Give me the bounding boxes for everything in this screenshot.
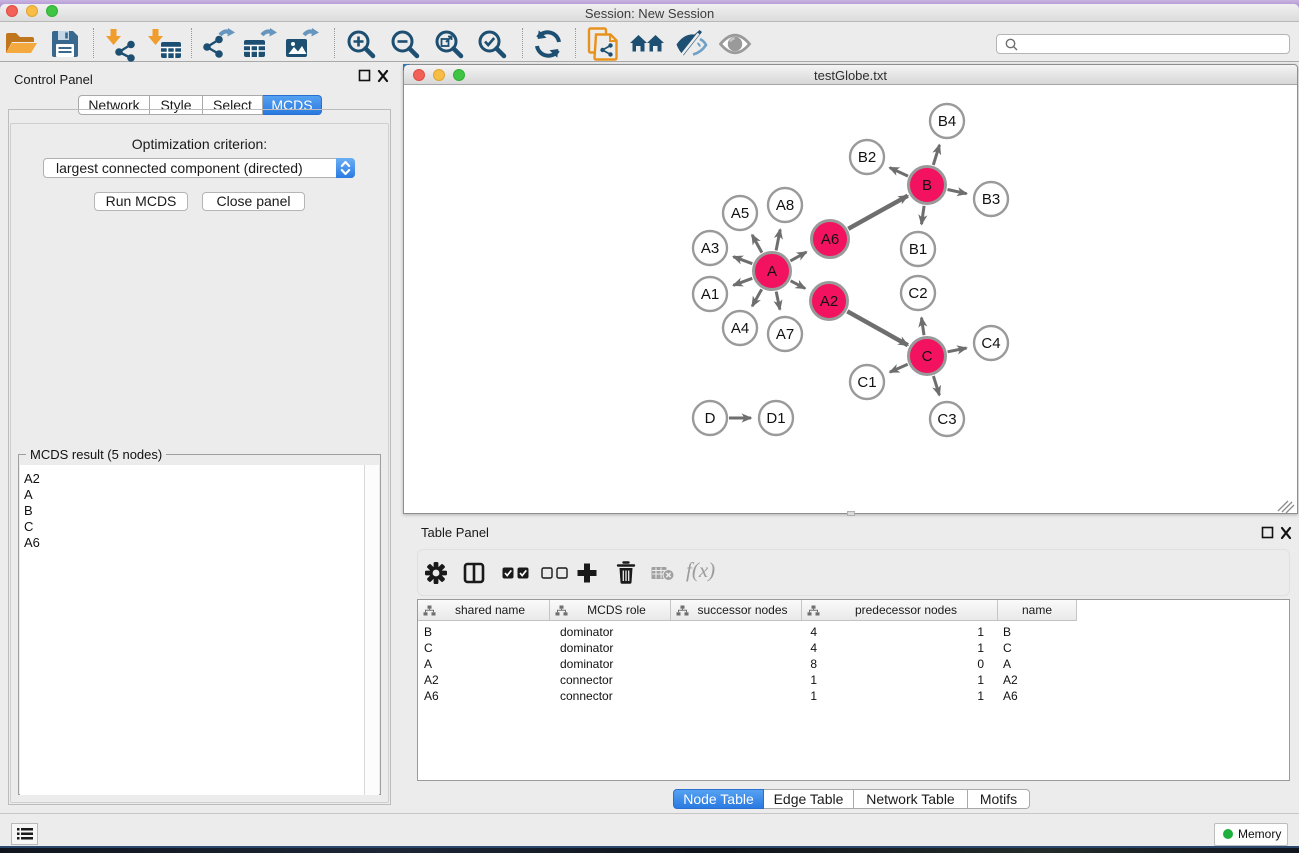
svg-text:B1: B1 [909, 241, 927, 258]
svg-text:A6: A6 [821, 231, 839, 248]
svg-text:C1: C1 [857, 374, 876, 391]
svg-text:D1: D1 [766, 410, 785, 427]
svg-text:C2: C2 [908, 285, 927, 302]
svg-text:A: A [767, 263, 777, 280]
svg-text:C: C [922, 348, 933, 365]
svg-text:A8: A8 [776, 197, 794, 214]
svg-text:C4: C4 [981, 335, 1000, 352]
svg-text:B: B [922, 177, 932, 194]
svg-text:D: D [705, 410, 716, 427]
svg-text:A4: A4 [731, 320, 749, 337]
svg-text:B2: B2 [858, 149, 876, 166]
svg-text:A5: A5 [731, 205, 749, 222]
svg-text:A2: A2 [820, 293, 838, 310]
svg-text:B3: B3 [982, 191, 1000, 208]
svg-text:A3: A3 [701, 240, 719, 257]
svg-text:B4: B4 [938, 113, 956, 130]
svg-text:A7: A7 [776, 326, 794, 343]
svg-text:A1: A1 [701, 286, 719, 303]
svg-text:C3: C3 [937, 411, 956, 428]
